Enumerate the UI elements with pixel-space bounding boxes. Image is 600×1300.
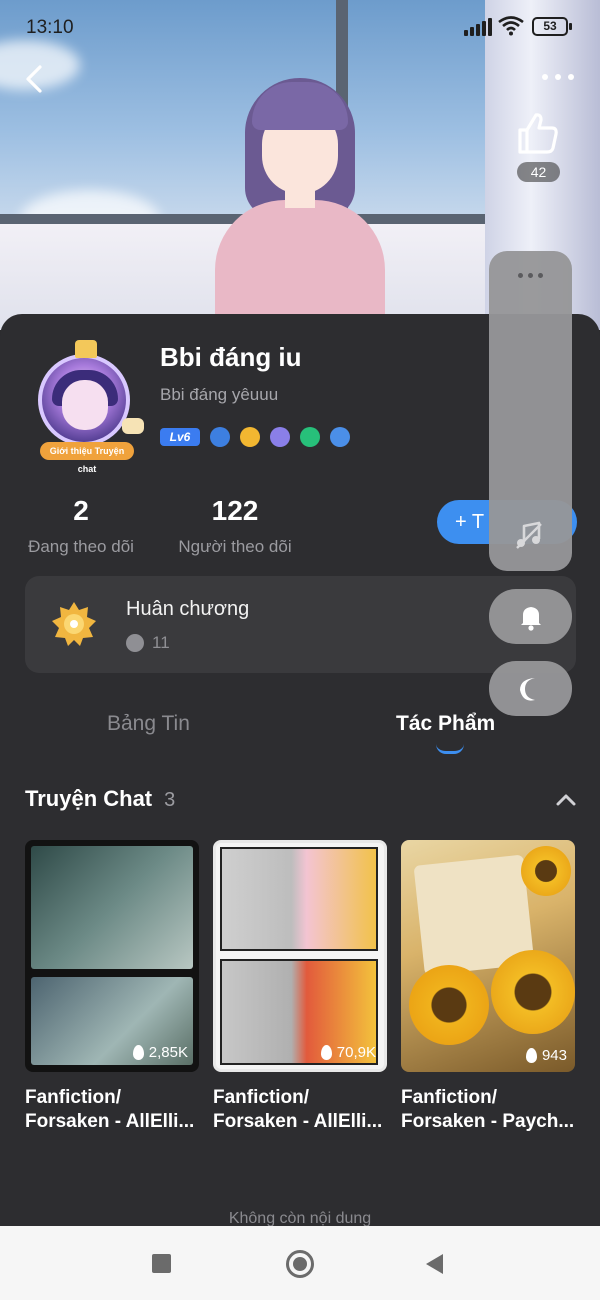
followers-count: 122 <box>211 495 259 526</box>
story-card[interactable]: 943 Fanfiction/ Forsaken - Paych... <box>401 840 575 1134</box>
avatar-face <box>62 380 108 430</box>
followers-stat[interactable]: 122 Người theo dõi <box>174 495 296 557</box>
status-time: 13:10 <box>26 17 74 38</box>
following-stat[interactable]: 2 Đang theo dõi <box>24 495 138 557</box>
medal-icon <box>52 602 96 646</box>
like-count: 42 <box>517 162 560 182</box>
shield-badge-icon[interactable] <box>300 427 320 447</box>
story-title-line2: Forsaken - AllElli... <box>213 1111 383 1132</box>
notification-button[interactable] <box>489 589 572 644</box>
story-views: 2,85K <box>132 1044 188 1061</box>
story-views: 943 <box>525 1047 567 1064</box>
story-title-line2: Forsaken - AllElli... <box>25 1111 195 1132</box>
flame-icon <box>525 1048 537 1063</box>
story-card[interactable]: 2,85K Fanfiction/ Forsaken - AllElli... <box>25 840 199 1134</box>
tab-feed[interactable]: Bảng Tin <box>107 712 190 736</box>
medal-title: Huân chương <box>126 598 250 620</box>
star-badge-icon[interactable] <box>330 427 350 447</box>
recent-apps-button[interactable] <box>152 1254 171 1273</box>
story-thumbnail: 2,85K <box>25 840 199 1072</box>
avatar-frame-label: Giới thiệu Truyện chat <box>40 442 134 474</box>
character-dress <box>215 200 385 330</box>
music-icon[interactable] <box>514 520 544 550</box>
wifi-icon <box>498 16 524 36</box>
section-count: 3 <box>164 789 176 811</box>
followers-label: Người theo dõi <box>178 537 292 556</box>
bell-icon <box>521 607 541 631</box>
story-card[interactable]: 70,9K Fanfiction/ Forsaken - AllElli... <box>213 840 387 1134</box>
medal-count: 11 <box>126 633 170 653</box>
profile-bio: Bbi đáng yêuuu <box>160 385 279 404</box>
section-title: Truyện Chat <box>25 786 153 811</box>
battery-icon: 53 <box>532 17 572 36</box>
chevron-up-icon[interactable] <box>555 790 577 810</box>
thumbs-up-icon[interactable] <box>514 110 562 158</box>
following-label: Đang theo dõi <box>28 537 134 556</box>
sun-badge-icon[interactable] <box>240 427 260 447</box>
home-button[interactable] <box>286 1250 314 1278</box>
avatar[interactable]: Giới thiệu Truyện chat <box>30 340 144 474</box>
profile-name: Bbi đáng iu <box>160 342 302 372</box>
crown-icon <box>75 340 97 358</box>
status-bar: 13:10 53 <box>0 0 600 56</box>
star-icon <box>126 634 144 652</box>
medal-count-value: 11 <box>152 633 170 652</box>
tab-works[interactable]: Tác Phẩm <box>396 712 495 736</box>
badge-row: Lv6 <box>160 426 350 448</box>
more-options-button[interactable] <box>538 68 578 88</box>
story-title: Fanfiction/ <box>213 1087 310 1108</box>
story-title: Fanfiction/ <box>25 1087 122 1108</box>
flame-icon <box>320 1045 332 1060</box>
following-count: 2 <box>73 495 89 526</box>
diamond-badge-icon[interactable] <box>210 427 230 447</box>
story-thumbnail: 943 <box>401 840 575 1072</box>
drag-handle-icon[interactable] <box>518 271 544 281</box>
flame-icon <box>132 1045 144 1060</box>
book-badge-icon[interactable] <box>270 427 290 447</box>
system-back-button[interactable] <box>426 1254 443 1274</box>
moon-icon <box>520 678 535 701</box>
chat-bubble-icon <box>122 418 144 434</box>
section-header: Truyện Chat 3 <box>25 786 175 812</box>
level-badge[interactable]: Lv6 <box>160 428 200 446</box>
signal-icon <box>464 18 492 36</box>
story-title-line2: Forsaken - Paych... <box>401 1111 575 1132</box>
back-button[interactable] <box>18 62 52 96</box>
story-title: Fanfiction/ <box>401 1087 498 1108</box>
story-views: 70,9K <box>320 1044 376 1061</box>
story-thumbnail: 70,9K <box>213 840 387 1072</box>
dark-mode-button[interactable] <box>489 661 572 716</box>
